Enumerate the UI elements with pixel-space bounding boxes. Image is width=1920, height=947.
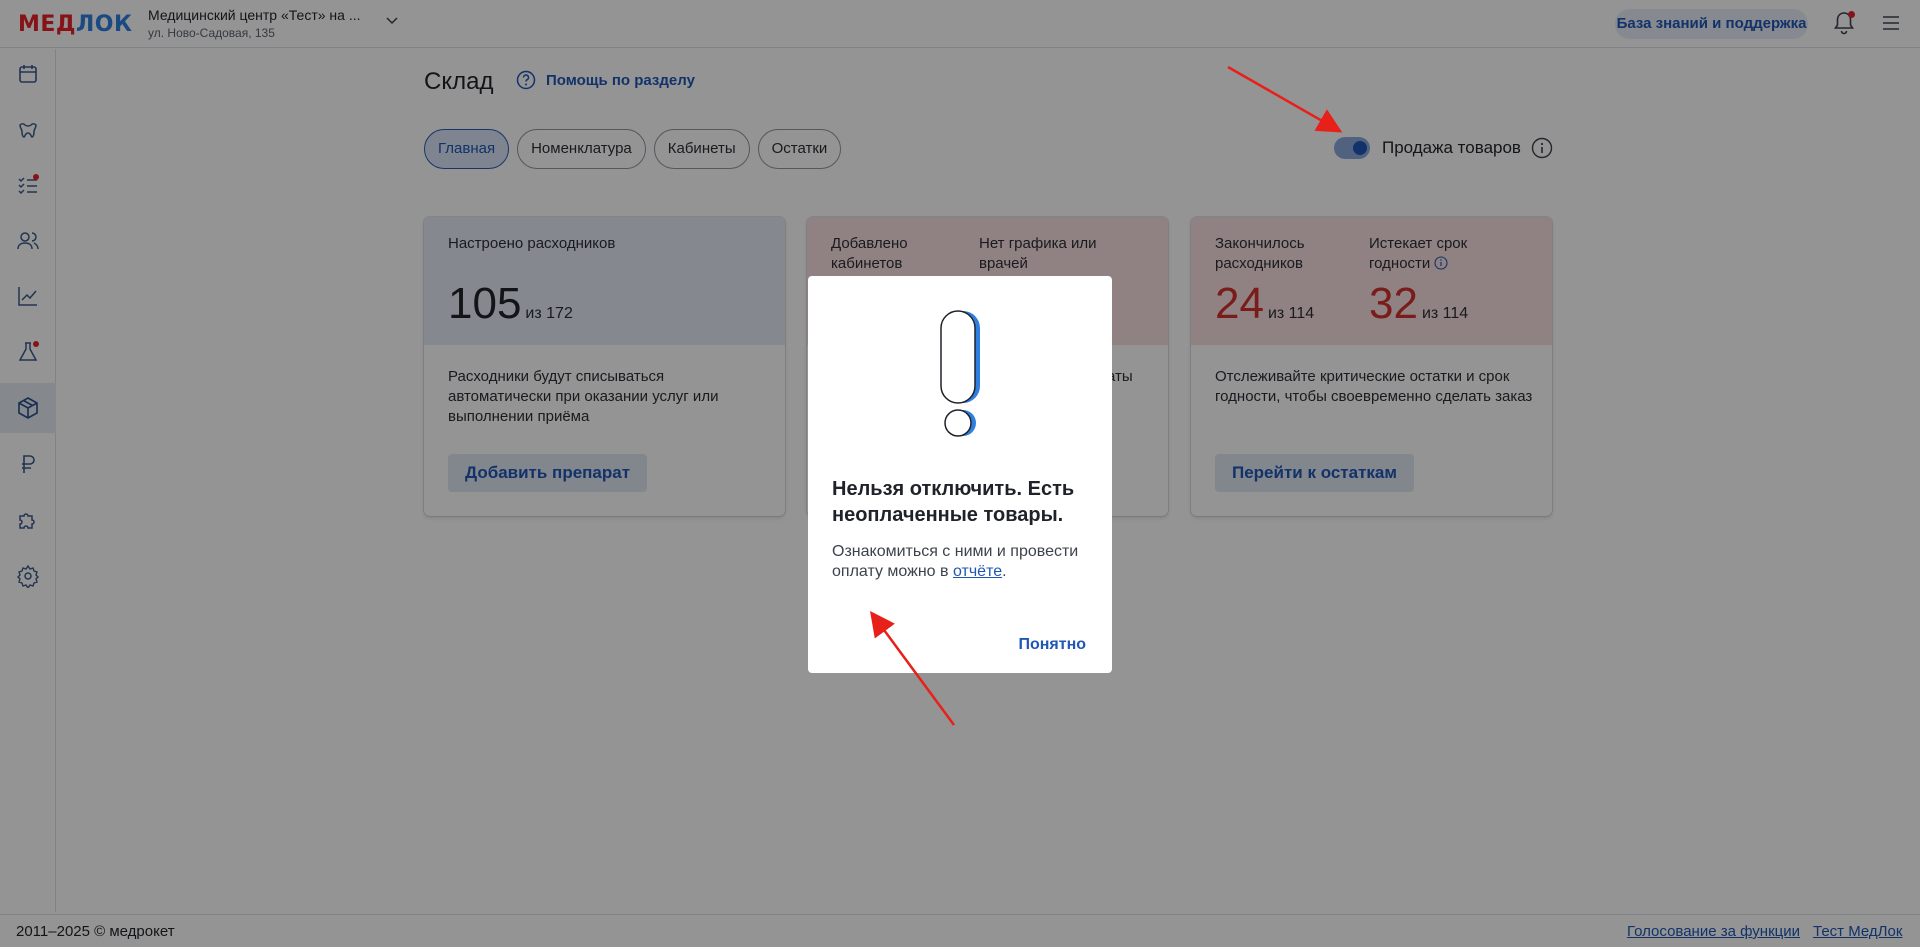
- exclamation-icon: [940, 310, 980, 437]
- report-link[interactable]: отчёте: [953, 563, 1002, 580]
- warning-dialog: Нельзя отключить. Есть неоплаченные това…: [808, 276, 1112, 673]
- ok-button[interactable]: Понятно: [1018, 636, 1086, 654]
- dialog-body: Ознакомиться с ними и провести оплату мо…: [832, 543, 1079, 580]
- dialog-title: Нельзя отключить. Есть неоплаченные това…: [832, 478, 1075, 526]
